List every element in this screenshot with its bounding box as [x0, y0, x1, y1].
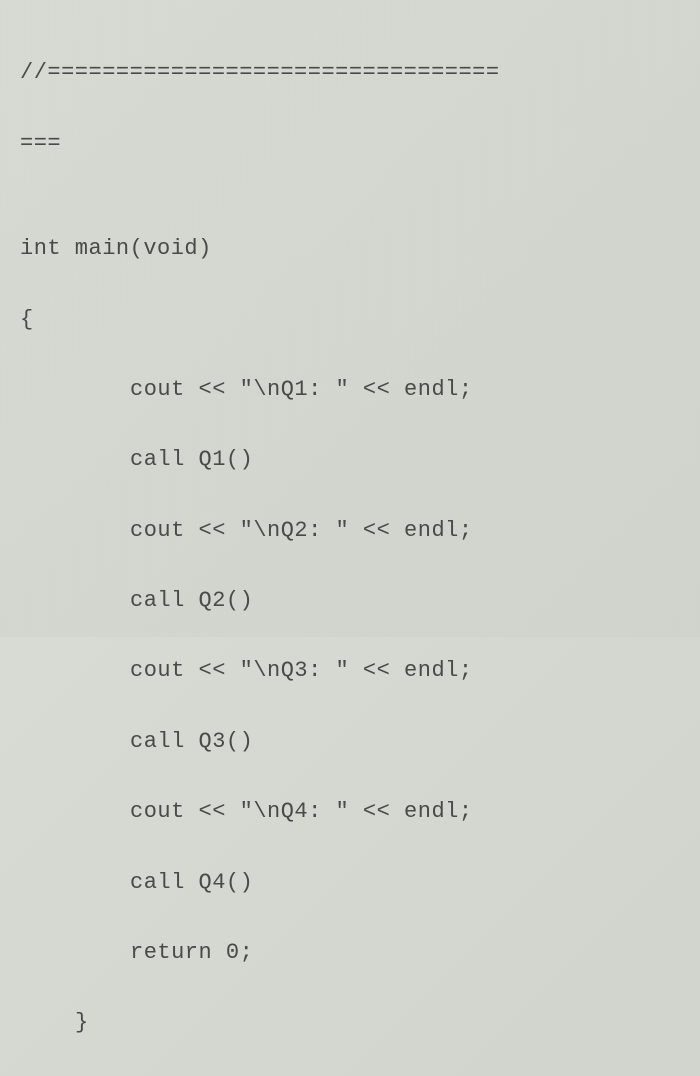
code-line-return: return 0; — [20, 935, 700, 970]
code-line-call-q4: call Q4() — [20, 865, 700, 900]
code-line-main-signature: int main(void) — [20, 231, 700, 266]
code-line-call-q2: call Q2() — [20, 583, 700, 618]
code-line-comment-divider-cont: === — [20, 126, 700, 161]
code-line-cout-q4: cout << "\nQ4: " << endl; — [20, 794, 700, 829]
code-line-cout-q2: cout << "\nQ2: " << endl; — [20, 513, 700, 548]
code-line-comment-divider: //================================= — [20, 55, 700, 90]
code-line-cout-q3: cout << "\nQ3: " << endl; — [20, 653, 700, 688]
code-line-cout-q1: cout << "\nQ1: " << endl; — [20, 372, 700, 407]
code-line-open-brace: { — [20, 302, 700, 337]
code-line-call-q1: call Q1() — [20, 442, 700, 477]
code-line-call-q3: call Q3() — [20, 724, 700, 759]
code-block: //================================= === … — [20, 20, 700, 1076]
code-line-close-brace: } — [20, 1005, 700, 1040]
